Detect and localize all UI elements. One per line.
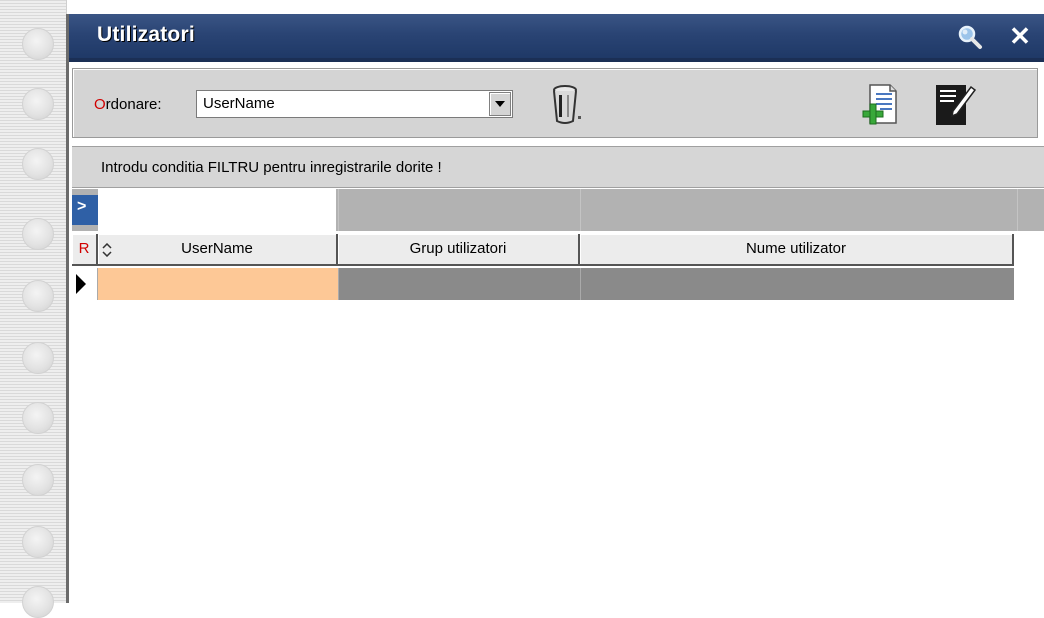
order-select[interactable]: UserName [196, 90, 513, 118]
column-header-r[interactable]: R [72, 234, 98, 266]
filter-row: > [72, 189, 1044, 231]
row-indicator [72, 268, 98, 300]
users-grid: R UserName Grup utilizatori Nume utiliza… [72, 234, 1044, 603]
chevron-down-icon [495, 101, 505, 107]
cell-name[interactable] [580, 268, 1014, 300]
binder-ring [22, 586, 54, 618]
filter-hint: Introdu conditia FILTRU pentru inregistr… [101, 159, 442, 176]
filter-input-name[interactable] [580, 189, 1018, 231]
binder-ring [22, 280, 54, 312]
binder-ring [22, 28, 54, 60]
binder-ring [22, 342, 54, 374]
grid-header: R UserName Grup utilizatori Nume utiliza… [72, 234, 1014, 266]
table-row[interactable] [72, 268, 1014, 300]
trash-icon[interactable] [550, 83, 584, 125]
title-bar[interactable]: Utilizatori ✕ [69, 14, 1044, 62]
binder-strip [0, 0, 67, 618]
users-window: Utilizatori ✕ Ordonare: UserName Introdu… [66, 14, 1044, 603]
order-label: Ordonare: [94, 96, 162, 113]
filter-row-indicator: > [72, 195, 98, 225]
search-icon[interactable] [957, 24, 983, 50]
column-header-group[interactable]: Grup utilizatori [338, 234, 580, 266]
binder-ring [22, 218, 54, 250]
toolbar: Ordonare: UserName [72, 68, 1038, 138]
binder-ring [22, 148, 54, 180]
column-header-username[interactable]: UserName [98, 234, 338, 266]
filter-input-group[interactable] [338, 189, 580, 231]
sort-icon [102, 243, 112, 257]
filter-hint-bar: Introdu conditia FILTRU pentru inregistr… [72, 146, 1044, 188]
column-header-name[interactable]: Nume utilizator [580, 234, 1014, 266]
current-row-icon [76, 274, 86, 294]
new-document-icon[interactable] [862, 83, 900, 127]
column-header-username-label: UserName [181, 240, 253, 257]
edit-document-icon[interactable] [933, 81, 977, 127]
order-label-hotkey: O [94, 96, 106, 113]
cell-username[interactable] [98, 268, 338, 300]
close-icon[interactable]: ✕ [1007, 23, 1033, 49]
binder-ring [22, 402, 54, 434]
window-title: Utilizatori [97, 23, 195, 46]
binder-ring [22, 88, 54, 120]
binder-ring [22, 526, 54, 558]
order-label-text: rdonare: [105, 96, 162, 113]
binder-ring [22, 464, 54, 496]
cell-group[interactable] [338, 268, 580, 300]
filter-input-username[interactable] [98, 189, 336, 231]
order-select-value: UserName [203, 95, 275, 112]
filter-arrow-icon: > [77, 198, 87, 215]
dropdown-button[interactable] [489, 92, 511, 116]
